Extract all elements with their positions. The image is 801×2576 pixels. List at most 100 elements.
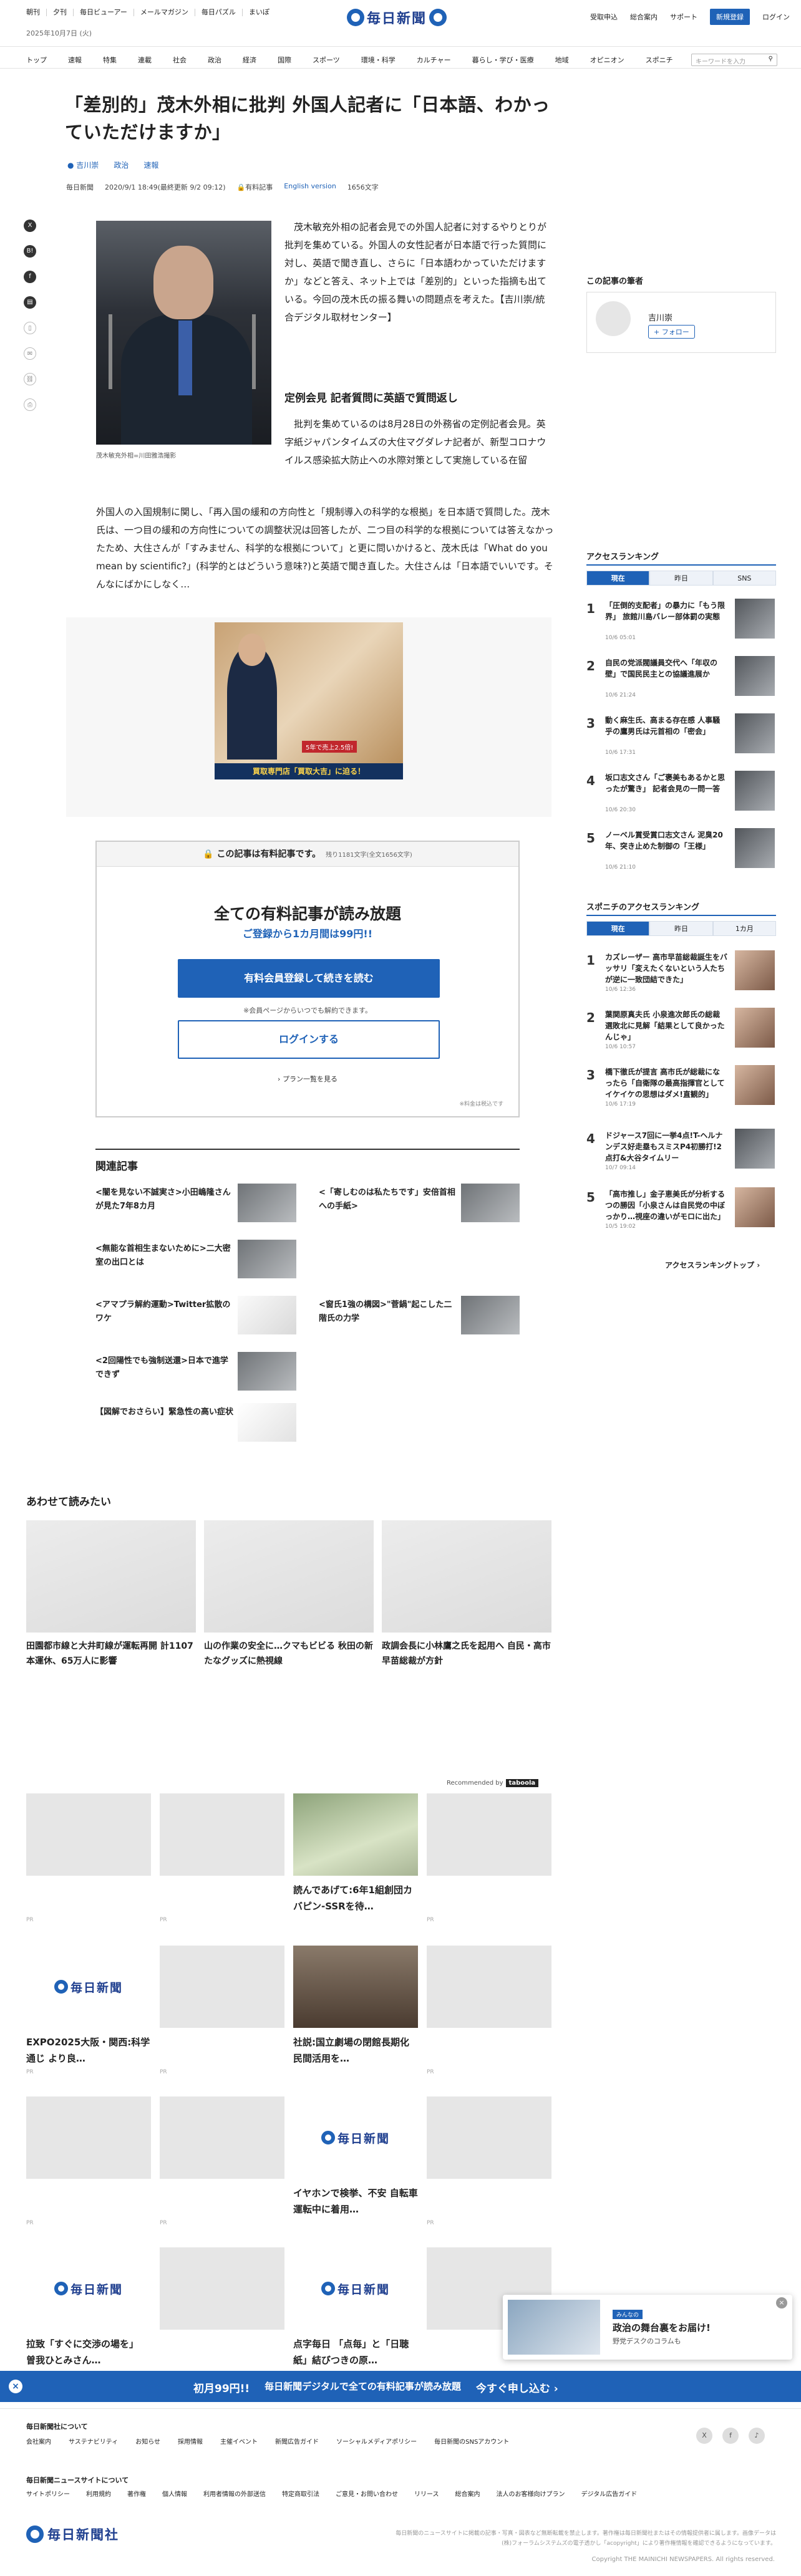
footer-link[interactable]: 新聞広告ガイド <box>275 2436 319 2446</box>
footer-link[interactable]: リリース <box>414 2489 439 2498</box>
x-share-icon[interactable]: X <box>24 219 36 232</box>
footer-link[interactable]: 利用者情報の外部送信 <box>203 2489 266 2498</box>
top-link[interactable]: メールマガジン <box>133 9 195 16</box>
top-link[interactable]: 朝刊 <box>26 9 46 16</box>
ranking-tab-sns[interactable]: SNS <box>712 571 776 586</box>
sponichi-item[interactable]: 2 葉関原真夫氏 小泉進次郎氏の総裁選敗北に見解「結果として良かったんじゃ」 10/… <box>586 1008 776 1055</box>
sponichi-item[interactable]: 3 橋下徹氏が提言 高市氏が総裁になったら「自衛隊の最高指揮官としてイケイケの思想… <box>586 1065 776 1112</box>
recommend-tile[interactable]: 毎日新聞 イヤホンで検挙、不安 自転車運転中に着用… <box>293 2096 418 2220</box>
nav-item[interactable]: 特集 <box>103 55 117 65</box>
related-item[interactable]: <「寄しむのは私たちです」安倍首相への手紙> <box>319 1184 520 1228</box>
recommend-tile[interactable]: 毎日新聞 点字毎日 「点毎」と「日聴紙」結びつきの原… <box>293 2247 418 2371</box>
top-link[interactable]: 夕刊 <box>46 9 73 16</box>
footer-link[interactable]: 著作権 <box>127 2489 146 2498</box>
recommend-tile[interactable]: PR <box>427 1946 551 2075</box>
ad-banner[interactable]: 5年で売上2.5倍! 買取専門店「買取大吉」に迫る！ <box>215 622 403 779</box>
related-item[interactable]: 【図解でおさらい】緊急性の高い症状 <box>95 1403 296 1448</box>
ranking-item[interactable]: 5 ノーベル賞受賞口志文さん 泥臭20年、突き止めた制御の「王様」 10/6 21:… <box>586 828 776 876</box>
footer-link[interactable]: デジタル広告ガイド <box>581 2489 638 2498</box>
sponichi-item[interactable]: 5 「高市推し」金子恵美氏が分析するつの勝因「小泉さんは自民党の中ぼっかり…視座の… <box>586 1187 776 1235</box>
nav-item[interactable]: 連載 <box>138 55 152 65</box>
recommend-tile[interactable]: PR <box>427 2096 551 2226</box>
promo-popup[interactable]: みんなの 政治の舞台裏をお届け! 野党デスクのコラムも × <box>503 2295 792 2360</box>
nav-item[interactable]: 速報 <box>68 55 82 65</box>
mail-icon[interactable]: ✉ <box>24 347 36 360</box>
ranking-tab-now[interactable]: 現在 <box>586 571 650 586</box>
search-icon[interactable]: ⚲ <box>769 55 773 62</box>
footer-link[interactable]: 会社案内 <box>26 2436 51 2446</box>
sponichi-item[interactable]: 4 ドジャース7回に一挙4点!T-ヘルナンデス好走塁もスミスP4初勝打!2点打&大… <box>586 1129 776 1176</box>
bookmark-icon[interactable]: ▯ <box>24 322 36 334</box>
read-also-item[interactable]: 政調会長に小林鷹之氏を起用へ 自民・高市早苗総裁が方針 <box>382 1520 551 1669</box>
footer-logo[interactable]: 毎日新聞社 <box>26 2525 119 2544</box>
footer-link[interactable]: 主催イベント <box>220 2436 258 2446</box>
x-social-icon[interactable]: X <box>696 2428 712 2444</box>
footer-link[interactable]: 総合案内 <box>455 2489 480 2498</box>
follow-button[interactable]: + フォロー <box>648 325 695 339</box>
nav-item[interactable]: オピニオン <box>590 55 624 65</box>
footer-link[interactable]: 法人のお客様向けプラン <box>497 2489 565 2498</box>
category-tag[interactable]: 政治 <box>114 160 129 170</box>
header-link[interactable]: サポート <box>670 12 697 22</box>
link-icon[interactable]: ⛓ <box>24 373 36 385</box>
header-link[interactable]: 受取申込 <box>590 12 618 22</box>
recommend-tile[interactable]: PR <box>160 2247 284 2377</box>
print-share-icon[interactable]: ▤ <box>24 296 36 309</box>
footer-link[interactable]: 個人情報 <box>162 2489 187 2498</box>
ranking-item[interactable]: 1 「圧倒的支配者」の暴力に「もう限界」 旅館川島バレー部体罰の実態 10/6 05… <box>586 599 776 646</box>
paywall-login-button[interactable]: ログインする <box>178 1020 440 1059</box>
related-item[interactable]: <無能な首相生まないために>二大密室の出口とは <box>95 1240 296 1285</box>
hatena-share-icon[interactable]: B! <box>24 245 36 258</box>
read-also-item[interactable]: 田園都市線と大井町線が運転再開 計1107本運休、65万人に影響 <box>26 1520 196 1669</box>
ranking-item[interactable]: 4 坂口志文さん「ご褒美もあるかと思ったが驚き」 記者会見の一問一答 10/6 20… <box>586 771 776 818</box>
nav-item[interactable]: スポーツ <box>313 55 340 65</box>
related-item[interactable]: <窗氏1強の構図>"菅鍋"起こした二階氏の力学 <box>319 1296 520 1341</box>
footer-link[interactable]: ご意見・お問い合わせ <box>336 2489 398 2498</box>
nav-item[interactable]: 環境・科学 <box>361 55 396 65</box>
cta-action[interactable]: 今すぐ申し込む › <box>476 2380 558 2395</box>
footer-link[interactable]: 特定商取引法 <box>282 2489 319 2498</box>
author-tag[interactable]: ● 吉川崇 <box>67 160 99 170</box>
recommend-tile[interactable]: 社説:国立劇場の閉館長期化 民間活用を… <box>293 1946 418 2069</box>
nav-item[interactable]: トップ <box>26 55 47 65</box>
site-logo[interactable]: 毎日新聞 <box>347 7 447 27</box>
recommend-tile[interactable]: 毎日新聞 EXPO2025大阪・関西:科学通じ より良… PR <box>26 1946 151 2075</box>
footer-link[interactable]: サイトポリシー <box>26 2489 70 2498</box>
ranking-tab-yesterday[interactable]: 昨日 <box>649 571 713 586</box>
related-item[interactable]: <闇を見ない不誠実さ>小田嶋隆さんが見た7年8カ月 <box>95 1184 296 1228</box>
footer-link[interactable]: 毎日新聞のSNSアカウント <box>434 2436 509 2446</box>
search-input[interactable]: キーワードを入力 ⚲ <box>691 54 777 66</box>
recommend-tile[interactable]: PR <box>160 2096 284 2226</box>
close-icon[interactable]: × <box>9 2380 22 2393</box>
tiktok-social-icon[interactable]: ♪ <box>749 2428 765 2444</box>
nav-item[interactable]: 社会 <box>173 55 187 65</box>
footer-link[interactable]: サステナビリティ <box>69 2436 118 2446</box>
top-link[interactable]: 毎日パズル <box>194 9 242 16</box>
top-link[interactable]: まいぽ <box>241 9 276 16</box>
related-item[interactable]: <2回陽性でも強制送還>日本で進学できず <box>95 1352 296 1397</box>
read-also-item[interactable]: 山の作業の安全に…クマもビビる 秋田の新たなグッズに熱視線 <box>204 1520 374 1669</box>
nav-item[interactable]: 経済 <box>243 55 256 65</box>
category-tag[interactable]: 速報 <box>143 160 158 170</box>
nav-item[interactable]: 暮らし・学び・医療 <box>472 55 534 65</box>
subscribe-button[interactable]: 有料会員登録して続きを読む <box>178 959 440 998</box>
nav-item[interactable]: 国際 <box>278 55 291 65</box>
nav-item[interactable]: 地域 <box>555 55 569 65</box>
printer-icon[interactable]: ⎙ <box>24 398 36 411</box>
recommend-tile[interactable]: 読んであげて:6年1組創団カバピン-SSRを待… <box>293 1793 418 1917</box>
plan-list-link[interactable]: › プラン一覧を見る <box>97 1074 518 1084</box>
sponichi-tab-yesterday[interactable]: 昨日 <box>649 921 713 936</box>
recommend-tile[interactable]: PR <box>427 1793 551 1923</box>
recommend-tile[interactable]: PR <box>26 2096 151 2226</box>
recommend-tile[interactable]: PR <box>26 1793 151 1923</box>
footer-link[interactable]: ソーシャルメディアポリシー <box>336 2436 417 2446</box>
facebook-social-icon[interactable]: f <box>722 2428 739 2444</box>
english-version-link[interactable]: English version <box>284 182 336 192</box>
ranking-item[interactable]: 3 動く麻生氏、高まる存在感 人事騒乎の鷹男氏は元首相の「密会」 10/6 17:3… <box>586 713 776 761</box>
header-link[interactable]: 総合案内 <box>630 12 658 22</box>
author-name[interactable]: 吉川崇 <box>648 311 672 323</box>
ranking-item[interactable]: 2 自民の党派閥議員交代へ「年収の壁」で国民民主との協議進展か 10/6 21:24 <box>586 656 776 703</box>
nav-item[interactable]: スポニチ <box>646 55 673 65</box>
sponichi-item[interactable]: 1 カズレーザー 高市早苗総裁誕生をバッサリ「変えたくないという人たちが逆に一致団… <box>586 950 776 998</box>
close-icon[interactable]: × <box>776 2297 787 2308</box>
